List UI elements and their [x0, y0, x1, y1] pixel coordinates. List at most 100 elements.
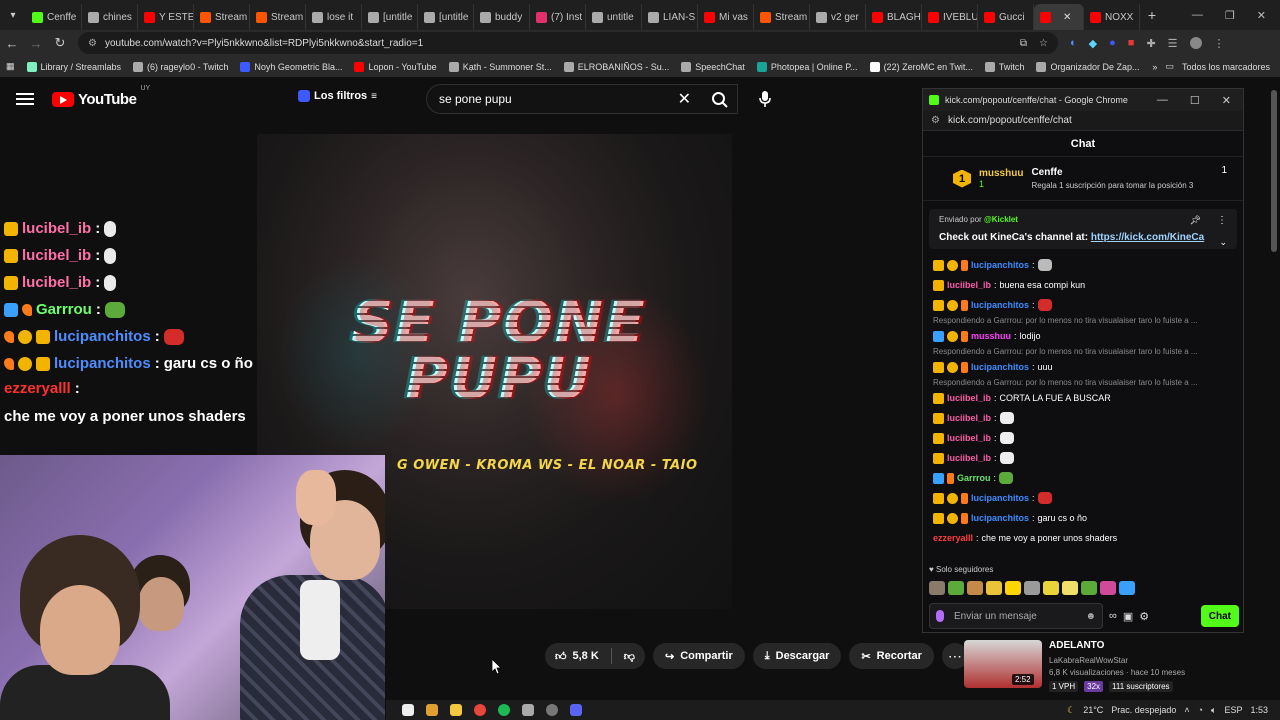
bookmark-item[interactable]: ELROBANIÑOS - Su... — [558, 61, 676, 72]
start-icon[interactable] — [402, 704, 414, 716]
browser-tab[interactable]: IVEBLU — [922, 4, 978, 30]
bookmark-item[interactable]: Lopon - YouTube — [348, 61, 442, 72]
share-button[interactable]: ↪ Compartir — [652, 643, 745, 669]
chat-username[interactable]: luciibel_ib — [947, 448, 991, 468]
emote-option[interactable] — [948, 581, 964, 595]
emote-option[interactable] — [986, 581, 1002, 595]
maximize-icon[interactable]: ❐ — [1225, 9, 1235, 22]
browser-tab[interactable]: v2 ger — [810, 4, 866, 30]
clock[interactable]: 1:53 — [1250, 705, 1268, 715]
hamburger-icon[interactable] — [16, 93, 34, 105]
browser-tab[interactable]: Y ESTE — [138, 4, 194, 30]
emote-picker-icon[interactable]: ☻ — [1085, 611, 1096, 622]
site-info-icon[interactable]: ⚙ — [88, 38, 97, 49]
discord-icon[interactable] — [570, 704, 582, 716]
browser-tab[interactable]: Stream — [194, 4, 250, 30]
chat-username[interactable]: luciibel_ib — [947, 408, 991, 428]
browser-tab[interactable]: NOXX — [1084, 4, 1140, 30]
kick-url-bar[interactable]: ⚙ kick.com/popout/cenffe/chat — [923, 111, 1243, 131]
pinned-link[interactable]: https://kick.com/KineCa — [1091, 232, 1204, 243]
chat-username[interactable]: lucipanchitos — [971, 488, 1029, 508]
chat-username[interactable]: lucipanchitos — [971, 295, 1029, 315]
emote-option[interactable] — [1100, 581, 1116, 595]
obs-icon[interactable] — [546, 704, 558, 716]
chrome-icon[interactable] — [474, 704, 486, 716]
pin-icon[interactable]: 📌︎ — [1190, 215, 1201, 226]
clip-button[interactable]: ✂ Recortar — [849, 643, 934, 669]
bookmark-item[interactable]: (22) ZeroMC en Twit... — [864, 61, 979, 72]
browser-tab[interactable]: buddy — [474, 4, 530, 30]
voice-search-button[interactable] — [752, 86, 778, 112]
thumbs-down-icon[interactable]: 👎︎ — [624, 650, 635, 663]
browser-tab[interactable]: LIAN-S — [642, 4, 698, 30]
taskbar-app-icon[interactable] — [522, 704, 534, 716]
folder-icon[interactable] — [450, 704, 462, 716]
wifi-icon[interactable]: ◔ — [1198, 705, 1203, 715]
browser-tab[interactable]: Gucci — [978, 4, 1034, 30]
chat-username[interactable]: luciibel_ib — [947, 428, 991, 448]
taskbar-app-icon[interactable] — [426, 704, 438, 716]
emote-option[interactable] — [1119, 581, 1135, 595]
reload-icon[interactable]: ↻ — [48, 35, 72, 51]
bookmark-star-icon[interactable]: ☆ — [1039, 38, 1048, 49]
forward-icon[interactable]: → — [24, 36, 48, 51]
browser-tab[interactable]: untitle — [586, 4, 642, 30]
extension-icon[interactable]: ◐ — [1070, 37, 1077, 50]
search-input[interactable]: se pone pupu ✕ — [426, 84, 738, 114]
chevron-up-icon[interactable]: ˄ — [1184, 705, 1189, 715]
browser-tab[interactable]: [untitle — [418, 4, 474, 30]
recommended-video[interactable]: 2:52 ADELANTO LaKabraRealWowStar 6,8 K v… — [962, 640, 1262, 692]
browser-tab[interactable]: chines — [82, 4, 138, 30]
emote-option[interactable] — [1024, 581, 1040, 595]
browser-tab[interactable]: ✕ — [1034, 4, 1084, 30]
filters-button[interactable]: Los filtros ≡ — [298, 90, 377, 102]
back-icon[interactable]: ← — [0, 36, 24, 51]
bookmark-item[interactable]: SpeechChat — [675, 61, 751, 72]
maximize-icon[interactable]: ☐ — [1190, 94, 1200, 107]
browser-tab[interactable]: (7) Inst — [530, 4, 586, 30]
top-gifter[interactable]: musshuu 1 — [979, 168, 1023, 189]
avatar[interactable] — [1189, 36, 1202, 49]
chat-username[interactable]: lucipanchitos — [971, 508, 1029, 528]
gift-icon[interactable]: ▣ — [1123, 610, 1133, 623]
recommended-channel[interactable]: LaKabraRealWowStar — [1049, 656, 1128, 665]
chat-username[interactable]: ezzeryalll — [933, 528, 973, 548]
chat-username[interactable]: luciibel_ib — [947, 275, 991, 295]
settings-icon[interactable]: ⚙ — [1139, 610, 1149, 623]
bookmark-item[interactable]: Kạth - Summoner St... — [443, 61, 558, 72]
voice-icon[interactable] — [936, 610, 944, 622]
language-indicator[interactable]: ESP — [1224, 705, 1242, 715]
chat-username[interactable]: lucipanchitos — [971, 255, 1029, 275]
bookmark-item[interactable]: Twitch — [979, 61, 1031, 72]
minimize-icon[interactable]: — — [1157, 94, 1168, 107]
adblock-icon[interactable]: ■ — [1128, 37, 1135, 50]
chevron-down-icon[interactable]: ⌄ — [1219, 237, 1227, 248]
bookmark-item[interactable]: (6) rageylo0 - Twitch — [127, 61, 234, 72]
site-info-icon[interactable]: ⚙ — [931, 115, 940, 126]
browser-tab[interactable]: lose it — [306, 4, 362, 30]
bookmark-item[interactable]: Noyh Geometric Bla... — [234, 61, 348, 72]
chat-username[interactable]: luciibel_ib — [947, 388, 991, 408]
apps-icon[interactable]: ▦ — [0, 61, 21, 72]
extension-icon[interactable]: ● — [1109, 37, 1116, 50]
emote-option[interactable] — [1081, 581, 1097, 595]
address-bar[interactable]: ⚙ youtube.com/watch?v=Plyi5nkkwno&list=R… — [78, 32, 1058, 54]
new-tab-button[interactable]: + — [1140, 7, 1164, 23]
more-icon[interactable]: ⋮ — [1214, 37, 1225, 50]
minimize-icon[interactable]: — — [1192, 9, 1203, 22]
puzzle-icon[interactable]: ✚ — [1146, 37, 1155, 50]
download-button[interactable]: ⤓ Descargar — [752, 643, 842, 669]
bookmark-item[interactable]: Library / Streamlabs — [21, 61, 128, 72]
chat-message-input[interactable]: Enviar un mensaje ☻ — [929, 603, 1103, 629]
recommended-title[interactable]: ADELANTO — [1049, 640, 1104, 651]
browser-tab[interactable]: [untitle — [362, 4, 418, 30]
chevron-right-icon[interactable]: » — [1152, 62, 1157, 72]
chat-username[interactable]: musshuu — [971, 326, 1011, 346]
spotify-icon[interactable] — [498, 704, 510, 716]
emote-option[interactable] — [1005, 581, 1021, 595]
bookmark-item[interactable]: Organizador De Zap... — [1030, 61, 1145, 72]
browser-tab[interactable]: Cenffe — [26, 4, 82, 30]
chat-username[interactable]: Garrrou — [957, 468, 991, 488]
extension-icon[interactable]: ∞ — [1109, 610, 1117, 622]
all-bookmarks-link[interactable]: Todos los marcadores — [1182, 62, 1270, 72]
